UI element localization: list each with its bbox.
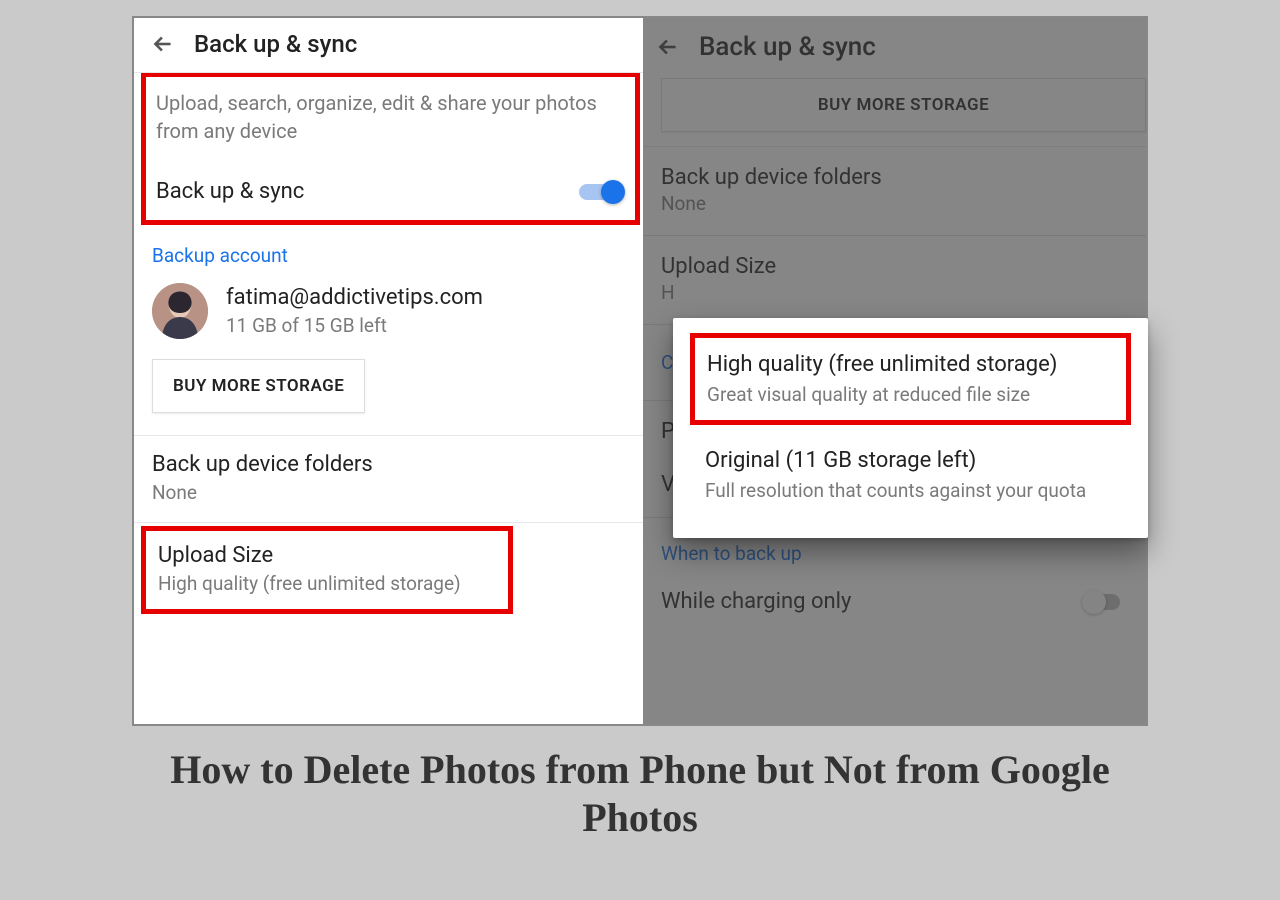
- right-screenshot: Back up & sync BUY MORE STORAGE Back up …: [643, 18, 1146, 724]
- upload-size-value: High quality (free unlimited storage): [158, 572, 496, 595]
- tutorial-caption: How to Delete Photos from Phone but Not …: [125, 746, 1155, 842]
- highlight-upload-size: Upload Size High quality (free unlimited…: [146, 531, 508, 609]
- left-screenshot: Back up & sync Upload, search, organize,…: [134, 18, 643, 724]
- highlight-backup-sync: Upload, search, organize, edit & share y…: [146, 77, 635, 220]
- backup-account-header: Backup account: [152, 244, 625, 267]
- backup-description: Upload, search, organize, edit & share y…: [156, 89, 625, 145]
- device-folders-row[interactable]: Back up device folders None: [134, 436, 643, 522]
- back-arrow-icon[interactable]: [150, 31, 176, 57]
- page-title: Back up & sync: [194, 30, 357, 58]
- backup-sync-label: Back up & sync: [156, 179, 304, 204]
- option-title: High quality (free unlimited storage): [707, 352, 1114, 377]
- option-subtitle: Full resolution that counts against your…: [705, 479, 1120, 502]
- upload-size-dialog: High quality (free unlimited storage) Gr…: [673, 318, 1148, 538]
- left-header: Back up & sync: [134, 18, 643, 72]
- buy-storage-button[interactable]: BUY MORE STORAGE: [152, 359, 365, 413]
- account-storage: 11 GB of 15 GB left: [226, 314, 483, 337]
- account-row[interactable]: fatima@addictivetips.com 11 GB of 15 GB …: [134, 271, 643, 339]
- upload-size-label: Upload Size: [158, 543, 496, 568]
- option-subtitle: Great visual quality at reduced file siz…: [707, 383, 1114, 406]
- tutorial-frame: Back up & sync Upload, search, organize,…: [132, 16, 1148, 726]
- option-high-quality[interactable]: High quality (free unlimited storage) Gr…: [701, 342, 1120, 416]
- avatar: [152, 283, 208, 339]
- device-folders-label: Back up device folders: [152, 452, 625, 477]
- highlight-high-quality: High quality (free unlimited storage) Gr…: [695, 338, 1126, 420]
- option-title: Original (11 GB storage left): [705, 448, 1120, 473]
- device-folders-value: None: [152, 481, 625, 504]
- option-original[interactable]: Original (11 GB storage left) Full resol…: [695, 438, 1126, 512]
- backup-sync-toggle[interactable]: [579, 180, 625, 204]
- account-email: fatima@addictivetips.com: [226, 285, 483, 310]
